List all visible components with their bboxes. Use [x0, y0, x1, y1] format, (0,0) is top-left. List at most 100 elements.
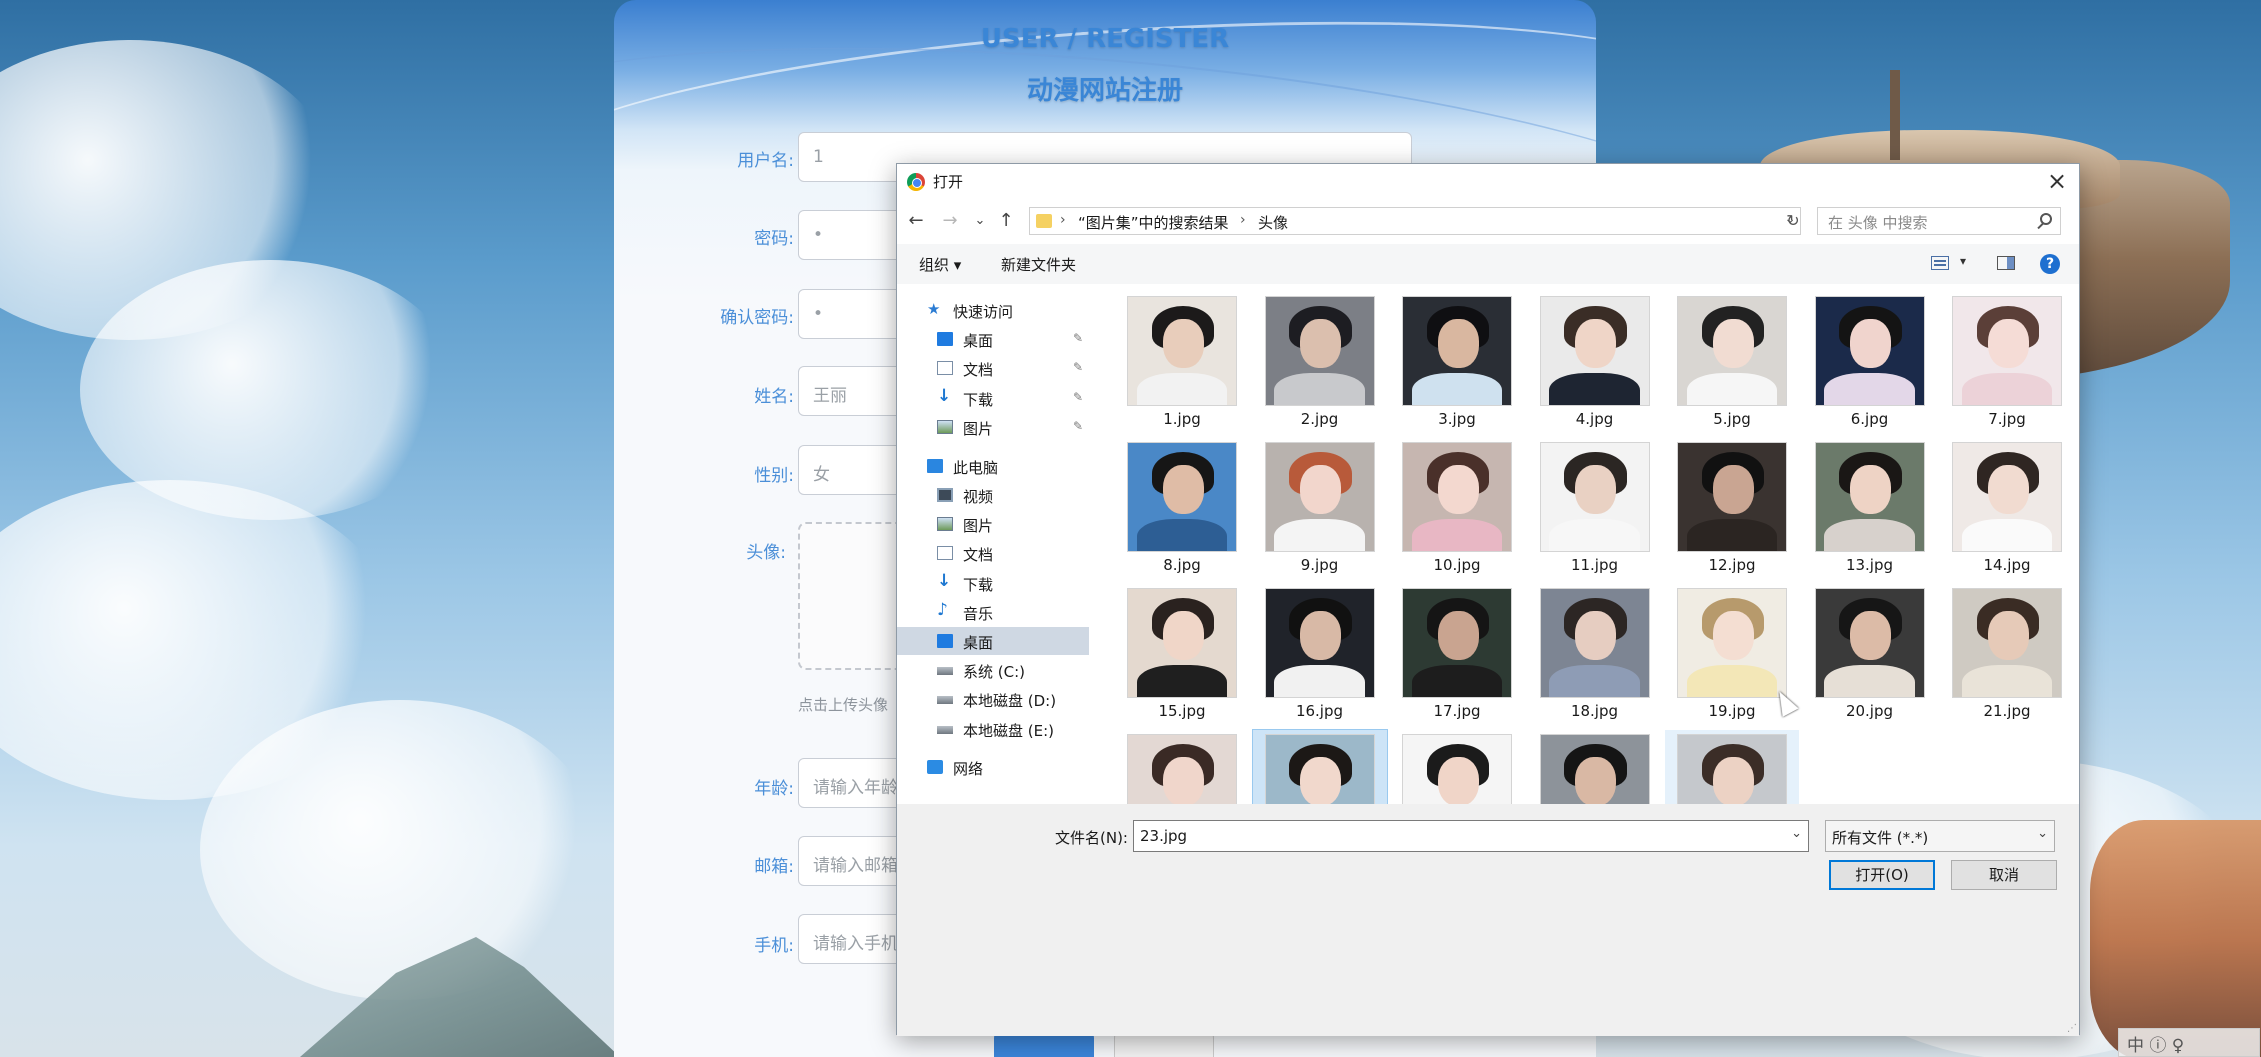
open-button[interactable]: 打开(O) [1829, 860, 1935, 890]
document-icon [937, 546, 953, 560]
drive-icon [937, 667, 953, 675]
drive-icon [937, 726, 953, 734]
file-item[interactable]: 9.jpg [1253, 438, 1387, 584]
register-title-en: USER / REGISTER [980, 24, 1230, 54]
breadcrumb-search-results[interactable]: “图片集”中的搜索结果 [1078, 212, 1229, 233]
file-thumbnail [1127, 296, 1237, 406]
download-icon: ↓ [937, 386, 952, 406]
file-open-dialog: 打开 × ← → ⌄ ↑ › “图片集”中的搜索结果 › 头像 ⌄ ↻ 在 头像… [896, 163, 2080, 1036]
file-item[interactable]: 11.jpg [1528, 438, 1662, 584]
nav-item[interactable]: 文档 ✎ [897, 354, 1089, 382]
nav-item[interactable]: 本地磁盘 (E:) [897, 715, 1089, 743]
nav-item[interactable]: 系统 (C:) [897, 656, 1089, 684]
resize-grip-icon[interactable]: ⋰ [2067, 1023, 2077, 1034]
username-label: 用户名: [737, 151, 794, 171]
nav-item[interactable]: 桌面 [897, 627, 1089, 655]
nav-item-label: 文档 [963, 361, 994, 379]
forward-arrow-icon[interactable]: → [937, 208, 963, 234]
nav-item-label: 下载 [963, 391, 994, 409]
picture-icon [937, 420, 953, 434]
file-item[interactable]: 3.jpg [1390, 292, 1524, 438]
file-item[interactable]: 15.jpg [1115, 584, 1249, 730]
chevron-down-icon[interactable]: ⌄ [1791, 826, 1802, 841]
nav-item[interactable]: ★ 快速访问 [897, 296, 1089, 324]
file-name: 18.jpg [1570, 702, 1619, 720]
back-arrow-icon[interactable]: ← [903, 208, 929, 234]
file-item[interactable]: 18.jpg [1528, 584, 1662, 730]
change-view-icon[interactable] [1931, 256, 1949, 270]
file-item[interactable]: 5.jpg [1665, 292, 1799, 438]
file-item[interactable]: 4.jpg [1528, 292, 1662, 438]
organize-menu[interactable]: 组织 ▾ [919, 254, 961, 275]
nav-item[interactable]: 文档 [897, 539, 1089, 567]
nav-item[interactable]: 网络 [897, 753, 1089, 781]
help-icon[interactable]: ? [2040, 254, 2060, 274]
recent-locations-icon[interactable]: ⌄ [967, 208, 993, 234]
dialog-title: 打开 [933, 173, 964, 191]
music-icon: ♪ [937, 600, 948, 620]
nav-item[interactable]: 本地磁盘 (D:) [897, 685, 1089, 713]
filename-input[interactable]: 23.jpg ⌄ [1133, 820, 1809, 852]
ime-indicator[interactable]: 中 ⓘ ♀ [2118, 1028, 2260, 1057]
nav-item[interactable]: 图片 [897, 510, 1089, 538]
video-icon [937, 488, 953, 502]
file-thumbnail [1952, 296, 2062, 406]
nav-item[interactable]: 视频 [897, 481, 1089, 509]
pin-icon: ✎ [1073, 331, 1084, 345]
cloud [200, 700, 600, 1000]
address-bar[interactable]: › “图片集”中的搜索结果 › 头像 ⌄ [1029, 207, 1801, 235]
breadcrumb-avatar-folder[interactable]: 头像 [1258, 212, 1288, 233]
file-thumbnail [1814, 442, 1925, 552]
nav-item[interactable]: ↓ 下载 [897, 569, 1089, 597]
file-item[interactable]: 8.jpg [1115, 438, 1249, 584]
nav-item-label: 文档 [963, 546, 994, 564]
file-name: 3.jpg [1438, 410, 1476, 428]
file-item[interactable]: 13.jpg [1803, 438, 1937, 584]
refresh-icon[interactable]: ↻ [1783, 208, 1803, 234]
dialog-titlebar[interactable]: 打开 × [897, 164, 2079, 198]
register-title-cn: 动漫网站注册 [1026, 76, 1183, 106]
up-arrow-icon[interactable]: ↑ [993, 208, 1019, 234]
file-name: 7.jpg [1988, 410, 2026, 428]
nav-item[interactable]: 此电脑 [897, 452, 1089, 480]
file-item[interactable]: 21.jpg [1940, 584, 2074, 730]
file-item[interactable]: 12.jpg [1665, 438, 1799, 584]
file-item[interactable]: 1.jpg [1115, 292, 1249, 438]
pin-icon: ✎ [1073, 419, 1084, 433]
file-item[interactable]: 17.jpg [1390, 584, 1524, 730]
search-input[interactable]: 在 头像 中搜索 [1817, 207, 2061, 235]
file-item[interactable]: 20.jpg [1803, 584, 1937, 730]
folder-icon [1036, 214, 1052, 228]
close-button[interactable]: × [2035, 164, 2079, 198]
upload-hint: 点击上传头像 [798, 696, 889, 714]
view-options-icon[interactable]: ▾ [1960, 254, 1966, 268]
file-item[interactable]: 2.jpg [1253, 292, 1387, 438]
chevron-right-icon: › [1060, 212, 1066, 228]
chevron-right-icon: › [1240, 212, 1246, 228]
file-item[interactable]: 16.jpg [1253, 584, 1387, 730]
nav-item[interactable]: ♪ 音乐 [897, 598, 1089, 626]
file-item[interactable]: 10.jpg [1390, 438, 1524, 584]
toolbar: 组织 ▾ 新建文件夹 ▾ ? [897, 244, 2079, 284]
network-icon [927, 760, 943, 774]
preview-pane-icon[interactable] [1997, 256, 2015, 270]
file-type-select[interactable]: 所有文件 (*.*) ⌄ [1825, 820, 2055, 852]
file-grid: 1.jpg 2.jpg 3.jpg 4.jpg 5.jpg 6.jpg 7.jpg 8.jpg… [1115, 292, 2075, 877]
file-thumbnail [1952, 442, 2062, 552]
drive-icon [937, 696, 953, 704]
nav-item-label: 此电脑 [953, 459, 999, 477]
file-name: 6.jpg [1850, 410, 1889, 428]
file-item[interactable]: 7.jpg [1940, 292, 2074, 438]
filename-label: 文件名(N): [1055, 829, 1128, 847]
nav-item[interactable]: 图片 ✎ [897, 413, 1089, 441]
star-icon: ★ [927, 300, 941, 318]
cancel-button[interactable]: 取消 [1951, 860, 2057, 890]
file-item[interactable]: 14.jpg [1940, 438, 2074, 584]
nav-item[interactable]: 桌面 ✎ [897, 325, 1089, 353]
file-item[interactable]: 6.jpg [1803, 292, 1937, 438]
nav-item-label: 桌面 [963, 332, 994, 350]
new-folder-button[interactable]: 新建文件夹 [1001, 254, 1076, 275]
chrome-icon [907, 173, 925, 191]
file-thumbnail [1952, 588, 2062, 698]
nav-item[interactable]: ↓ 下载 ✎ [897, 384, 1089, 412]
